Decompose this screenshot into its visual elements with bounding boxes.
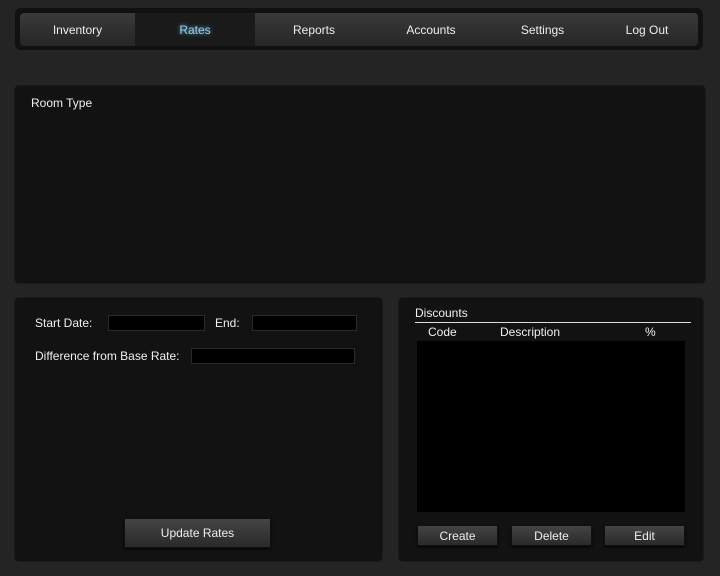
end-date-input[interactable]: [252, 315, 357, 331]
tab-log-out[interactable]: Log Out: [596, 13, 698, 46]
difference-input[interactable]: [191, 348, 355, 364]
start-date-input[interactable]: [108, 315, 205, 331]
edit-button[interactable]: Edit: [604, 525, 685, 546]
nav-bar: Inventory Rates Reports Accounts Setting…: [15, 8, 703, 50]
tab-reports[interactable]: Reports: [255, 13, 374, 46]
column-header-description: Description: [500, 325, 561, 339]
tab-accounts[interactable]: Accounts: [373, 13, 490, 46]
discounts-title: Discounts: [415, 306, 468, 320]
column-header-percent: %: [645, 325, 656, 339]
column-header-code: Code: [428, 325, 457, 339]
discounts-list[interactable]: [417, 341, 685, 512]
room-type-title: Room Type: [31, 96, 93, 110]
difference-label: Difference from Base Rate:: [35, 349, 180, 363]
end-date-label: End:: [215, 316, 240, 330]
tab-settings[interactable]: Settings: [489, 13, 597, 46]
delete-button[interactable]: Delete: [511, 525, 592, 546]
rates-panel: Start Date: End: Difference from Base Ra…: [14, 297, 383, 562]
update-rates-button[interactable]: Update Rates: [124, 518, 271, 548]
tab-inventory[interactable]: Inventory: [20, 13, 136, 46]
create-button[interactable]: Create: [417, 525, 498, 546]
tab-rates[interactable]: Rates: [135, 13, 256, 46]
discounts-panel: Discounts Code Description % Create Dele…: [398, 297, 704, 562]
divider: [415, 322, 691, 323]
start-date-label: Start Date:: [35, 316, 93, 330]
room-type-panel: Room Type: [14, 85, 706, 284]
